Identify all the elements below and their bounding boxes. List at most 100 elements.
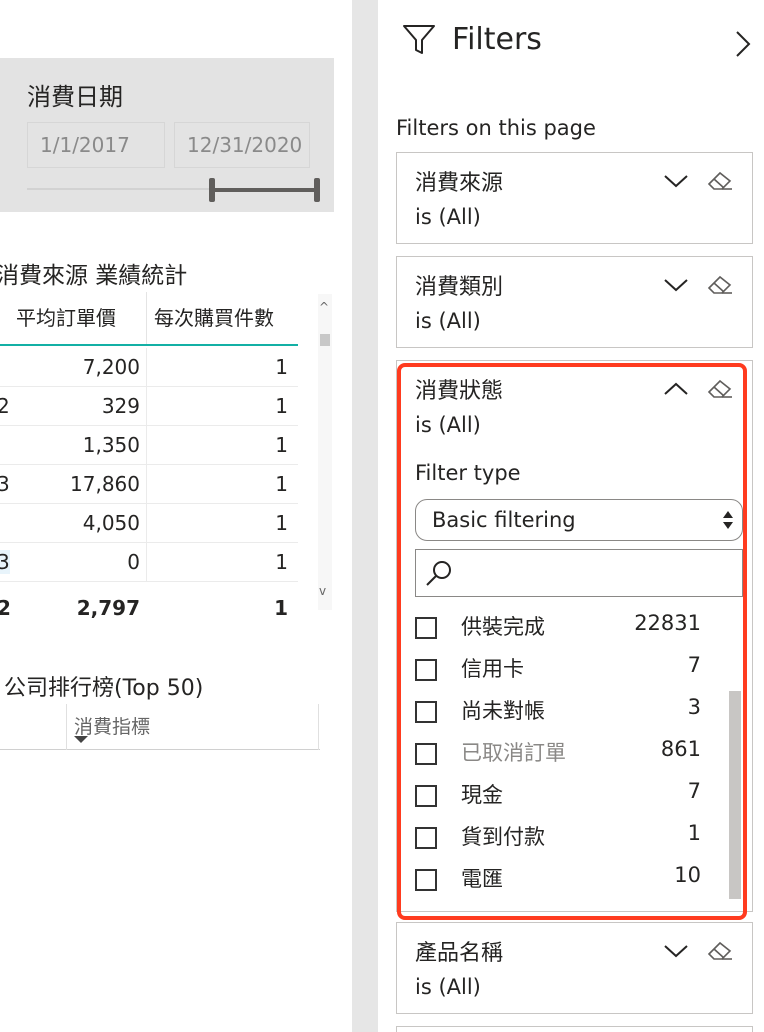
table-header: 平均訂單價 每次購買件數 xyxy=(0,292,298,346)
options-scrollbar[interactable] xyxy=(729,691,741,899)
table-row[interactable]: 1,350 1 xyxy=(0,426,298,465)
checkbox[interactable] xyxy=(415,827,437,849)
filter-card-title: 消費來源 xyxy=(415,171,504,196)
table-row[interactable]: 7,200 1 xyxy=(0,348,298,387)
start-date-input[interactable]: 1/1/2017 xyxy=(27,122,165,168)
table-row[interactable]: 4,050 1 xyxy=(0,504,298,543)
chevron-down-icon[interactable] xyxy=(663,277,689,293)
filter-card-source[interactable]: 消費來源 is (All) xyxy=(396,152,753,244)
total-avg-order-cell: 2,797 xyxy=(76,596,140,620)
column-header-avg-order[interactable]: 平均訂單價 xyxy=(16,302,116,331)
cell-divider xyxy=(146,348,147,387)
row-cut-cell: 2 xyxy=(0,394,10,418)
filter-option[interactable]: 已取消訂單 861 xyxy=(415,737,705,773)
eraser-icon[interactable] xyxy=(706,271,734,297)
filter-option[interactable]: 現金 7 xyxy=(415,779,705,815)
option-label: 信用卡 xyxy=(461,657,524,681)
option-count: 3 xyxy=(687,695,701,719)
items-cell: 1 xyxy=(275,433,288,457)
scroll-down-icon[interactable]: v xyxy=(319,584,326,598)
items-cell: 1 xyxy=(275,511,288,535)
checkbox[interactable] xyxy=(415,743,437,765)
filter-option[interactable]: 貨到付款 1 xyxy=(415,821,705,857)
option-count: 7 xyxy=(687,779,701,803)
filter-card-title: 產品名稱 xyxy=(415,941,504,966)
table-row[interactable]: 3 0 1 xyxy=(0,543,298,582)
row-cut-cell: 3 xyxy=(0,550,10,574)
date-range-end-handle[interactable] xyxy=(314,178,320,202)
filter-card-state: is (All) xyxy=(415,975,481,999)
filter-card-state: is (All) xyxy=(415,413,481,437)
filters-section-label: Filters on this page xyxy=(396,116,596,140)
option-count: 10 xyxy=(674,863,701,887)
filter-option[interactable]: 電匯 10 xyxy=(415,863,705,899)
filter-card-state: is (All) xyxy=(415,205,481,229)
table-title: 消費來源 業績統計 xyxy=(0,263,188,289)
total-items-cell: 1 xyxy=(274,596,288,620)
cell-divider xyxy=(146,504,147,543)
items-cell: 1 xyxy=(275,472,288,496)
items-cell: 1 xyxy=(275,355,288,379)
option-label: 已取消訂單 xyxy=(461,741,566,765)
column-divider xyxy=(66,704,67,750)
chevron-down-icon[interactable] xyxy=(663,173,689,189)
table-scrollbar[interactable]: ^ v xyxy=(318,294,332,610)
filter-search-input[interactable] xyxy=(415,549,743,597)
checkbox[interactable] xyxy=(415,869,437,891)
end-date-input[interactable]: 12/31/2020 xyxy=(174,122,310,168)
ranking-column-header[interactable]: 消費指標 xyxy=(74,712,150,739)
checkbox[interactable] xyxy=(415,617,437,639)
avg-order-cell: 0 xyxy=(127,550,140,574)
filter-option[interactable]: 尚未對帳 3 xyxy=(415,695,705,731)
sort-desc-icon[interactable] xyxy=(74,736,88,743)
cell-divider xyxy=(146,387,147,426)
scroll-up-icon[interactable]: ^ xyxy=(319,300,329,314)
cell-divider xyxy=(146,465,147,504)
option-count: 1 xyxy=(687,821,701,845)
filter-card-product[interactable]: 產品名稱 is (All) xyxy=(396,922,753,1014)
filter-type-value: Basic filtering xyxy=(432,508,576,532)
option-label: 現金 xyxy=(461,783,503,807)
checkbox[interactable] xyxy=(415,701,437,723)
filter-card-title: 消費類別 xyxy=(415,275,504,300)
filter-card-category[interactable]: 消費類別 is (All) xyxy=(396,256,753,348)
checkbox[interactable] xyxy=(415,785,437,807)
column-divider xyxy=(318,704,319,750)
filter-option[interactable]: 供裝完成 22831 xyxy=(415,611,705,647)
avg-order-cell: 7,200 xyxy=(82,355,140,379)
column-divider xyxy=(146,292,147,344)
option-label: 尚未對帳 xyxy=(461,699,545,723)
chevron-down-icon[interactable] xyxy=(663,943,689,959)
sales-table: 平均訂單價 每次購買件數 7,200 1 2 329 1 1,350 1 3 1… xyxy=(0,292,334,628)
avg-order-cell: 4,050 xyxy=(82,511,140,535)
eraser-icon[interactable] xyxy=(706,937,734,963)
filters-title: Filters xyxy=(452,22,542,57)
filter-card-status[interactable]: 消費狀態 is (All) Filter type Basic filterin… xyxy=(396,360,753,912)
avg-order-cell: 329 xyxy=(101,394,140,418)
column-header-items[interactable]: 每次購買件數 xyxy=(154,302,274,331)
scroll-thumb[interactable] xyxy=(320,334,330,346)
eraser-icon[interactable] xyxy=(706,375,734,401)
filter-card-title: 消費狀態 xyxy=(415,379,504,404)
ranking-header: 消費指標 xyxy=(0,704,320,750)
filter-card-next[interactable] xyxy=(396,1026,753,1032)
option-count: 861 xyxy=(660,737,701,761)
eraser-icon[interactable] xyxy=(706,167,734,193)
canvas-gutter xyxy=(352,0,378,1032)
updown-arrow-icon xyxy=(723,511,733,529)
chevron-right-icon[interactable] xyxy=(734,30,752,58)
table-row[interactable]: 3 17,860 1 xyxy=(0,465,298,504)
date-range-start-handle[interactable] xyxy=(209,178,215,202)
filter-type-select[interactable]: Basic filtering xyxy=(415,499,743,541)
search-icon xyxy=(426,561,451,586)
funnel-icon xyxy=(403,25,435,54)
date-range-fill xyxy=(211,188,318,192)
table-row[interactable]: 2 329 1 xyxy=(0,387,298,426)
row-cut-cell: 3 xyxy=(0,472,10,496)
items-cell: 1 xyxy=(275,394,288,418)
checkbox[interactable] xyxy=(415,659,437,681)
avg-order-cell: 17,860 xyxy=(70,472,140,496)
chevron-up-icon[interactable] xyxy=(663,381,689,397)
filters-pane: Filters Filters on this page 消費來源 is (Al… xyxy=(378,0,764,1032)
filter-option[interactable]: 信用卡 7 xyxy=(415,653,705,689)
